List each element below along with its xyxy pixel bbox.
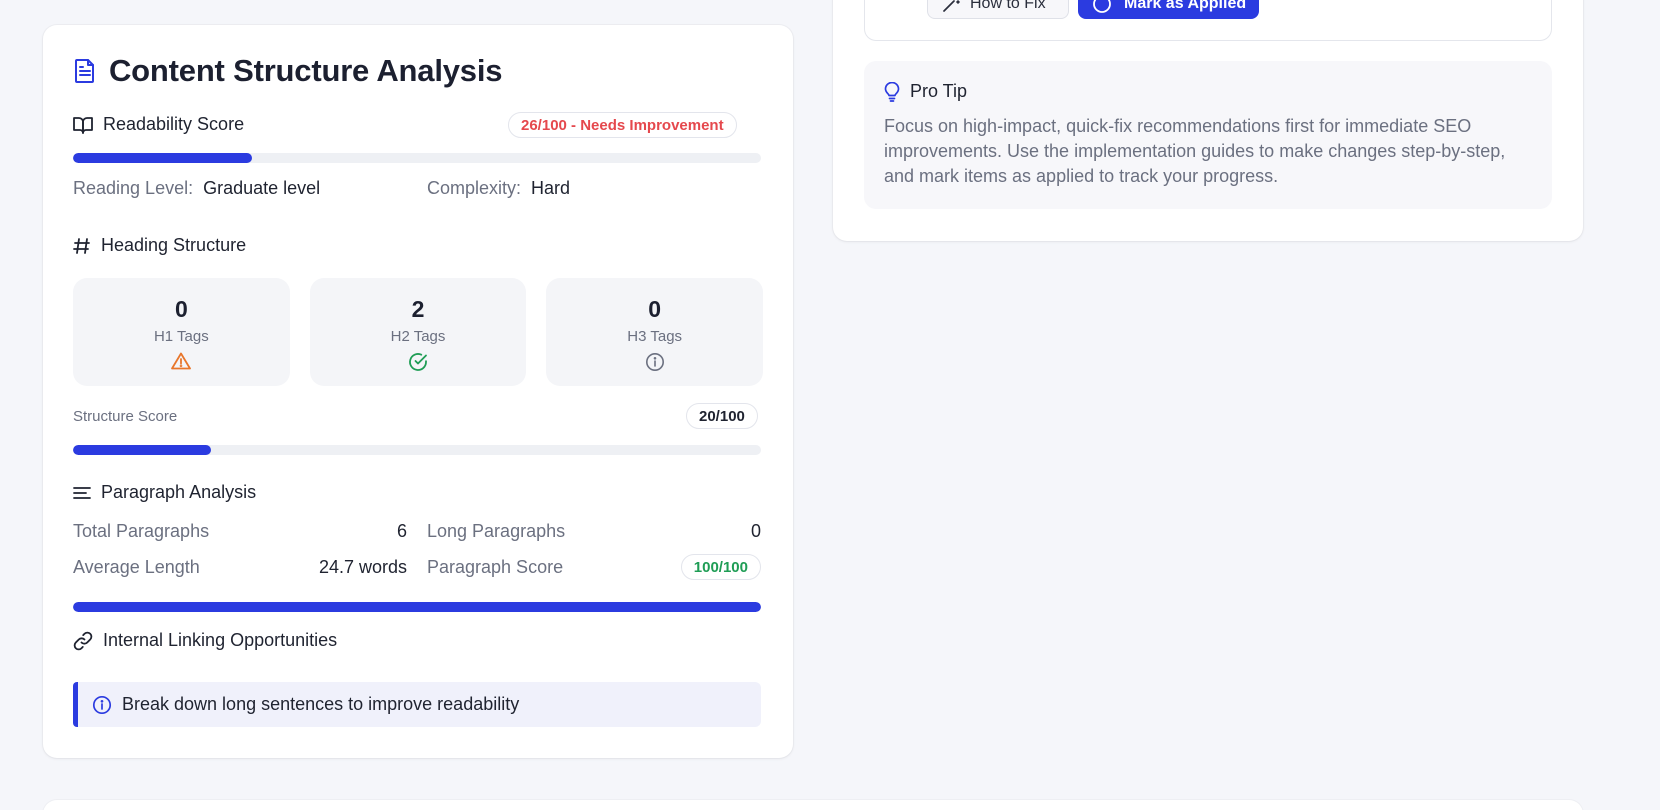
- h1-tile: 0 H1 Tags: [73, 278, 290, 386]
- info-icon: [645, 352, 665, 372]
- h3-label: H3 Tags: [627, 328, 683, 345]
- paragraph-row-1: Total Paragraphs 6 Long Paragraphs 0: [73, 521, 761, 542]
- average-length-value: 24.7 words: [318, 556, 407, 577]
- complexity-label: Complexity:: [427, 178, 522, 198]
- mark-as-applied-button[interactable]: Mark as Applied: [1078, 0, 1259, 19]
- check-circle-icon: [408, 352, 428, 372]
- pro-tip-body: Focus on high-impact, quick-fix recommen…: [884, 116, 1506, 186]
- pro-tip-heading-text: Pro Tip: [910, 81, 968, 101]
- paragraph-analysis-heading: Paragraph Analysis: [73, 482, 256, 503]
- book-open-icon: [73, 116, 93, 134]
- mark-as-applied-label: Mark as Applied: [1124, 0, 1247, 12]
- paragraph-progress: [73, 602, 761, 612]
- structure-progress-fill: [73, 445, 211, 455]
- structure-score-label: Structure Score: [73, 408, 178, 425]
- lightbulb-icon: [884, 81, 900, 102]
- paragraph-analysis-heading-text: Paragraph Analysis: [101, 482, 257, 502]
- internal-linking-heading: Internal Linking Opportunities: [73, 630, 337, 651]
- paragraph-score-label: Paragraph Score: [427, 556, 564, 577]
- page: Content Structure Analysis Readability S…: [0, 0, 1660, 810]
- how-to-fix-label: How to Fix: [970, 0, 1046, 12]
- readability-heading: Readability Score: [73, 114, 244, 135]
- heading-structure-heading: Heading Structure: [73, 235, 246, 256]
- paragraph-row-2: Average Length 24.7 words Paragraph Scor…: [73, 554, 761, 580]
- hash-icon: [73, 237, 91, 255]
- magic-wand-icon: [942, 0, 960, 13]
- h1-count: 0: [174, 296, 188, 322]
- link-icon: [73, 631, 93, 651]
- h2-label: H2 Tags: [390, 328, 446, 345]
- how-to-fix-button[interactable]: How to Fix: [927, 0, 1069, 19]
- long-paragraphs-label: Long Paragraphs: [427, 521, 566, 541]
- structure-score-badge: 20/100: [686, 403, 758, 429]
- recommendation-item: How to Fix Mark as Applied: [864, 0, 1552, 41]
- structure-progress: [73, 445, 761, 455]
- total-paragraphs-label: Total Paragraphs: [73, 521, 210, 541]
- next-card: [43, 800, 1583, 810]
- readability-heading-text: Readability Score: [103, 114, 245, 134]
- align-left-icon: [73, 486, 91, 500]
- reading-level: Reading Level: Graduate level: [73, 178, 320, 199]
- heading-structure-heading-text: Heading Structure: [101, 235, 247, 255]
- linking-callout: Break down long sentences to improve rea…: [73, 682, 761, 727]
- card-title: Content Structure Analysis: [73, 53, 502, 89]
- internal-linking-heading-text: Internal Linking Opportunities: [103, 630, 338, 650]
- reading-level-value: Graduate level: [203, 178, 321, 198]
- pro-tip-box: Pro Tip Focus on high-impact, quick-fix …: [864, 61, 1552, 209]
- document-icon: [73, 58, 97, 84]
- complexity-value: Hard: [531, 178, 571, 198]
- h1-label: H1 Tags: [153, 328, 209, 345]
- average-length-label: Average Length: [73, 556, 200, 577]
- total-paragraphs-value: 6: [396, 521, 407, 541]
- h2-count: 2: [411, 296, 425, 322]
- warning-icon: [171, 352, 192, 370]
- recommendations-card: How to Fix Mark as Applied Pro Tip Focus…: [833, 0, 1583, 241]
- linking-callout-text: Break down long sentences to improve rea…: [122, 694, 520, 714]
- content-structure-card: Content Structure Analysis Readability S…: [43, 25, 793, 758]
- readability-badge: 26/100 - Needs Improvement: [508, 112, 737, 138]
- complexity: Complexity: Hard: [427, 178, 570, 199]
- readability-progress-fill: [73, 153, 252, 163]
- long-paragraphs-value: 0: [750, 521, 761, 541]
- h2-tile: 2 H2 Tags: [309, 278, 527, 386]
- readability-progress: [73, 153, 761, 163]
- paragraph-progress-fill: [73, 602, 761, 612]
- card-title-text: Content Structure Analysis: [109, 53, 503, 88]
- heading-tiles: 0 H1 Tags 2 H2 Tags 0 H3 Tags: [73, 278, 764, 386]
- h3-tile: 0 H3 Tags: [546, 278, 764, 386]
- h3-count: 0: [648, 296, 662, 322]
- paragraph-score-badge: 100/100: [680, 554, 761, 580]
- info-icon: [92, 695, 112, 715]
- reading-level-label: Reading Level:: [73, 178, 194, 198]
- circle-icon: [1092, 0, 1112, 14]
- pro-tip-heading: Pro Tip: [884, 81, 1532, 102]
